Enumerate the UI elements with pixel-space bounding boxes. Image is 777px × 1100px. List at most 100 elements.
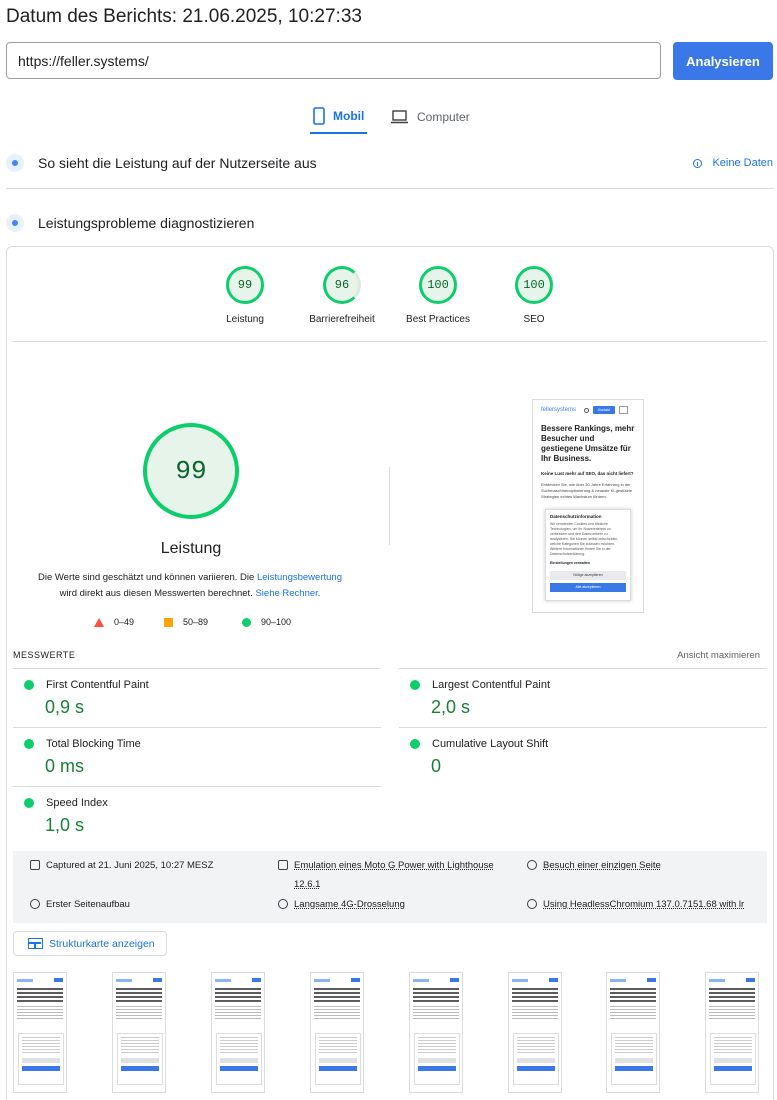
score-label: SEO [523,314,545,325]
run-throttling[interactable]: Langsame 4G-Drosselung [278,895,405,914]
run-emulation[interactable]: Emulation eines Moto G Power with Lighth… [278,856,503,894]
captured-text: Captured at 21. Juni 2025, 10:27 MESZ [46,860,214,871]
smartphone-icon [313,107,325,125]
treemap-label: Strukturkarte anzeigen [49,937,155,950]
chrome-icon [527,899,537,909]
filmstrip-frame [112,972,166,1093]
legend-average-label: 50–89 [183,617,209,627]
metric-name: Cumulative Layout Shift [432,738,549,750]
score-label: Best Practices [406,314,470,325]
throttling-text: Langsame 4G-Drosselung [294,899,405,910]
filmstrip-frame [409,972,463,1093]
pass-dot-icon [24,798,34,808]
metrics-heading: MESSWERTE [13,650,76,660]
analyze-button[interactable]: Analysieren [673,42,773,80]
score-gauge: 100 [419,266,457,304]
menu-icon [619,406,629,414]
url-input[interactable] [6,42,661,79]
legend-fail-label: 0–49 [114,617,135,627]
metric-value: 0 [431,756,442,776]
metric-name: First Contentful Paint [46,679,149,691]
metric-cls: Cumulative Layout Shift 0 [399,727,767,786]
score-label: Barrierefreiheit [309,314,375,325]
run-load: Erster Seitenaufbau [30,895,130,914]
legend-fail: 0–49 [94,617,134,627]
preview-question: Keine Lust mehr auf SEO, das nicht liefe… [541,471,634,476]
run-browser[interactable]: Using HeadlessChromium 137.0.7151.68 wit… [527,895,744,914]
filmstrip-frame [13,972,67,1093]
metric-name: Largest Contentful Paint [432,679,551,691]
load-text: Erster Seitenaufbau [46,899,130,910]
run-session[interactable]: Besuch einer einzigen Seite [527,856,661,875]
field-data-icon [6,154,24,172]
tab-desktop-label: Computer [417,110,470,124]
no-data-link[interactable]: Keine Daten [693,157,773,169]
browser-text: Using HeadlessChromium 137.0.7151.68 wit… [543,899,745,910]
preview-dialog-title: Datenschutzinformation [550,514,602,519]
preview-dialog-text: Wir verwenden Cookies und ähnliche Techn… [550,522,619,556]
view-treemap-button[interactable]: Strukturkarte anzeigen [13,931,167,956]
metric-name: Total Blocking Time [46,738,141,750]
filmstrip-frame [705,972,759,1093]
performance-label: Leistung [160,540,222,557]
score-accessibility[interactable]: 96 Barrierefreiheit [297,266,387,325]
score-gauge: 96 [323,266,361,304]
filmstrip-frame [211,972,265,1093]
timer-icon [30,899,40,909]
score-seo[interactable]: 100 SEO [489,266,579,325]
info-icon [693,158,703,168]
score-performance[interactable]: 99 Leistung [200,266,290,325]
preview-cookie-dialog: Datenschutzinformation Wir verwenden Coo… [545,509,631,601]
pass-dot-icon [24,680,34,690]
metric-value: 1,0 s [45,815,85,835]
field-data-header: So sieht die Leistung auf der Nutzerseit… [6,154,317,172]
preview-header: fellersystems Kontakt [533,400,643,414]
desc-text-1: Die Werte sind geschätzt und können vari… [37,572,257,583]
desc-text-2: wird direkt aus diesen Messwerten berech… [59,588,256,599]
run-captured: Captured at 21. Juni 2025, 10:27 MESZ [30,856,213,875]
pass-dot-icon [410,739,420,749]
score-best-practices[interactable]: 100 Best Practices [393,266,483,325]
pass-dot-icon [410,680,420,690]
lab-data-header: Leistungsprobleme diagnostizieren [6,214,254,232]
final-screenshot: fellersystems Kontakt Bessere Rankings, … [532,399,644,613]
device-tabs: Mobil Computer [0,100,777,136]
preview-paragraph: Entdecken Sie, wie über 30 Jahre Erfahru… [541,482,632,499]
search-icon [584,407,590,413]
metric-value: 0 ms [45,756,85,776]
run-info-bar: Captured at 21. Juni 2025, 10:27 MESZ Em… [13,851,767,923]
score-description: Die Werte sind geschätzt und können vari… [20,570,360,602]
tab-desktop[interactable]: Computer [390,100,470,134]
no-data-label: Keine Daten [712,157,773,169]
filmstrip-frame [508,972,562,1093]
score-gauge: 100 [515,266,553,304]
tab-mobile[interactable]: Mobil [310,100,368,134]
preview-dialog-button: Alle akzeptieren [550,583,626,592]
metric-fcp: First Contentful Paint 0,9 s [13,668,381,727]
treemap-icon [28,938,43,949]
filmstrip-frame [606,972,660,1093]
preview-cta: Kontakt [593,406,616,414]
calculator-link[interactable]: Siehe Rechner. [255,588,320,599]
metric-tbt: Total Blocking Time 0 ms [13,727,381,786]
triangle-icon [94,617,104,627]
metric-lcp: Largest Contentful Paint 2,0 s [399,668,767,727]
pass-dot-icon [24,739,34,749]
field-data-title: So sieht die Leistung auf der Nutzerseit… [38,155,317,171]
metric-si: Speed Index 1,0 s [13,786,381,845]
emulation-text: Emulation eines Moto G Power with Lighth… [294,860,494,890]
metric-name: Speed Index [46,797,108,809]
preview-dialog-button: Nötige akzeptieren [550,571,626,580]
performance-gauge: 99 [143,423,239,519]
filmstrip-frame [310,972,364,1093]
scoring-link[interactable]: Leistungsbewertung [257,572,342,583]
circle-icon [242,617,251,627]
metric-value: 0,9 s [45,697,85,717]
lab-data-icon [6,214,24,232]
section-divider [6,188,774,189]
card-divider [13,341,767,342]
calendar-icon [30,860,40,870]
square-icon [164,617,173,627]
score-label: Leistung [226,314,264,325]
expand-view-toggle[interactable]: Ansicht maximieren [677,650,760,661]
